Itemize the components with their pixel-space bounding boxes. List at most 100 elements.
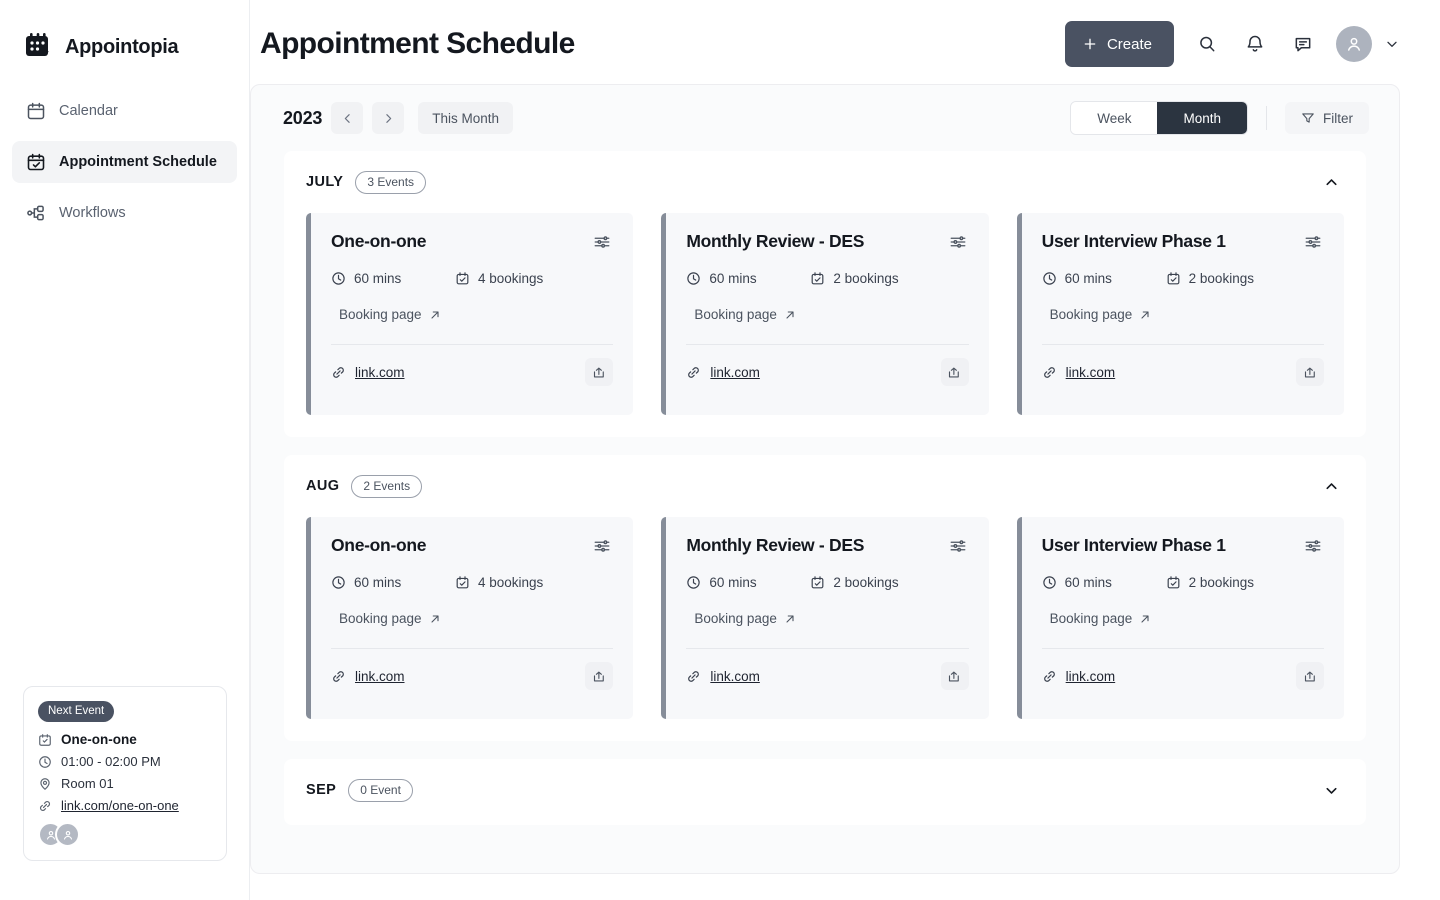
event-card[interactable]: Monthly Review - DES 60 mins 2 bookings … xyxy=(661,213,989,415)
event-title: Monthly Review - DES xyxy=(686,535,865,555)
sidebar-item-label: Calendar xyxy=(59,103,118,119)
booking-page-label: Booking page xyxy=(339,307,422,322)
event-card-grid: One-on-one 60 mins 4 bookings Booking pa… xyxy=(306,517,1344,741)
duration-label: 60 mins xyxy=(1064,271,1112,286)
sidebar-item-calendar[interactable]: Calendar xyxy=(12,90,237,132)
sliders-icon[interactable] xyxy=(949,537,969,557)
card-title-row: User Interview Phase 1 xyxy=(1042,535,1324,557)
this-month-button[interactable]: This Month xyxy=(418,102,514,134)
month-event-count: 2 Events xyxy=(351,474,423,498)
sidebar-item-workflows[interactable]: Workflows xyxy=(12,192,237,234)
brand-name: Appointopia xyxy=(65,35,179,58)
share-button[interactable] xyxy=(585,662,614,690)
booking-page-link[interactable]: Booking page xyxy=(694,307,968,322)
card-body: User Interview Phase 1 60 mins 2 booking… xyxy=(1022,517,1344,719)
link-icon xyxy=(38,799,52,813)
bookings-meta: 4 bookings xyxy=(455,575,543,590)
share-button[interactable] xyxy=(940,358,969,386)
calendar-leaf-logo-icon xyxy=(22,31,54,63)
month-section-sep: SEP 0 Event xyxy=(284,759,1366,825)
booking-page-link[interactable]: Booking page xyxy=(339,611,613,626)
card-meta-row: 60 mins xyxy=(1042,575,1324,590)
event-card[interactable]: User Interview Phase 1 60 mins 2 booking… xyxy=(1016,213,1344,415)
event-link[interactable]: link.com xyxy=(686,669,940,684)
arrow-up-right-icon xyxy=(784,309,796,321)
calendar-event-icon xyxy=(38,733,52,747)
sliders-icon[interactable] xyxy=(1304,537,1324,557)
booking-page-label: Booking page xyxy=(1049,611,1133,626)
booking-page-link[interactable]: Booking page xyxy=(339,307,613,322)
tab-week[interactable]: Week xyxy=(1071,102,1158,134)
sliders-icon[interactable] xyxy=(1304,233,1324,253)
calendar-check-icon xyxy=(1166,271,1181,286)
card-title-row: One-on-one xyxy=(331,535,613,557)
prev-period-button[interactable] xyxy=(331,102,364,134)
next-event-link[interactable]: link.com/one-on-one xyxy=(61,798,179,813)
next-event-link-row[interactable]: link.com/one-on-one xyxy=(38,798,212,813)
duration-meta: 60 mins xyxy=(1042,271,1166,286)
event-link[interactable]: link.com xyxy=(331,669,585,684)
event-link-label: link.com xyxy=(710,364,760,380)
next-event-attendees xyxy=(38,822,212,847)
booking-page-link[interactable]: Booking page xyxy=(1050,307,1324,322)
next-event-location-row: Room 01 xyxy=(38,776,212,791)
sliders-icon[interactable] xyxy=(949,233,969,253)
chat-icon[interactable] xyxy=(1288,29,1318,59)
tab-month[interactable]: Month xyxy=(1157,102,1247,134)
view-toggle-group: Week Month xyxy=(1070,101,1248,135)
event-link[interactable]: link.com xyxy=(686,365,940,380)
filter-button[interactable]: Filter xyxy=(1285,102,1369,134)
chevron-down-icon[interactable] xyxy=(1384,36,1400,52)
avatar[interactable] xyxy=(1336,26,1372,62)
event-card[interactable]: Monthly Review - DES 60 mins 2 bookings … xyxy=(661,517,989,719)
top-bar: Appointment Schedule Create xyxy=(250,0,1440,88)
search-icon[interactable] xyxy=(1192,29,1222,59)
create-button[interactable]: Create xyxy=(1064,21,1174,67)
next-event-title-row: One-on-one xyxy=(38,732,212,747)
sidebar-item-appointment-schedule[interactable]: Appointment Schedule xyxy=(12,141,237,183)
month-header[interactable]: SEP 0 Event xyxy=(306,759,1344,821)
next-period-button[interactable] xyxy=(372,102,405,134)
chevron-up-icon[interactable] xyxy=(1318,473,1344,499)
share-button[interactable] xyxy=(585,358,614,386)
app-root: Appointopia Calendar Appointment Schedul… xyxy=(0,0,1440,900)
event-link[interactable]: link.com xyxy=(331,365,585,380)
calendar-check-icon xyxy=(810,575,825,590)
next-event-card[interactable]: Next Event One-on-one 01:00 - 02:00 PM R… xyxy=(23,686,227,861)
month-event-count: 0 Event xyxy=(348,778,413,802)
arrow-up-right-icon xyxy=(429,309,441,321)
event-link-label: link.com xyxy=(710,668,760,684)
duration-meta: 60 mins xyxy=(1042,575,1166,590)
share-button[interactable] xyxy=(940,662,969,690)
bookings-label: 4 bookings xyxy=(478,575,544,590)
event-card[interactable]: One-on-one 60 mins 4 bookings Booking pa… xyxy=(306,213,634,415)
share-button[interactable] xyxy=(1296,358,1324,386)
sliders-icon[interactable] xyxy=(593,537,613,557)
card-body: One-on-one 60 mins 4 bookings Booking pa… xyxy=(311,517,633,719)
event-card-grid: One-on-one 60 mins 4 bookings Booking pa… xyxy=(306,213,1344,437)
link-icon xyxy=(686,669,701,684)
clock-icon xyxy=(1042,271,1057,286)
next-event-title: One-on-one xyxy=(61,732,137,747)
month-event-count: 3 Events xyxy=(355,170,427,194)
booking-page-link[interactable]: Booking page xyxy=(694,611,968,626)
clock-icon xyxy=(38,755,52,769)
card-meta-row: 60 mins xyxy=(1042,271,1324,286)
chevron-up-icon[interactable] xyxy=(1318,169,1344,195)
event-card[interactable]: User Interview Phase 1 60 mins 2 booking… xyxy=(1016,517,1344,719)
month-header[interactable]: JULY 3 Events xyxy=(306,151,1344,213)
panel-toolbar: 2023 This Month Week Month Filter xyxy=(251,85,1399,151)
bell-icon[interactable] xyxy=(1240,29,1270,59)
booking-page-link[interactable]: Booking page xyxy=(1050,611,1324,626)
event-card[interactable]: One-on-one 60 mins 4 bookings Booking pa… xyxy=(306,517,634,719)
sliders-icon[interactable] xyxy=(593,233,613,253)
month-header[interactable]: AUG 2 Events xyxy=(306,455,1344,517)
share-button[interactable] xyxy=(1296,662,1324,690)
sidebar-nav: Calendar Appointment Schedule Workflows xyxy=(0,90,249,234)
duration-label: 60 mins xyxy=(354,575,402,590)
event-link[interactable]: link.com xyxy=(1042,365,1296,380)
chevron-down-icon[interactable] xyxy=(1318,777,1344,803)
event-link[interactable]: link.com xyxy=(1042,669,1296,684)
next-event-time-row: 01:00 - 02:00 PM xyxy=(38,754,212,769)
card-body: Monthly Review - DES 60 mins 2 bookings … xyxy=(666,213,988,415)
